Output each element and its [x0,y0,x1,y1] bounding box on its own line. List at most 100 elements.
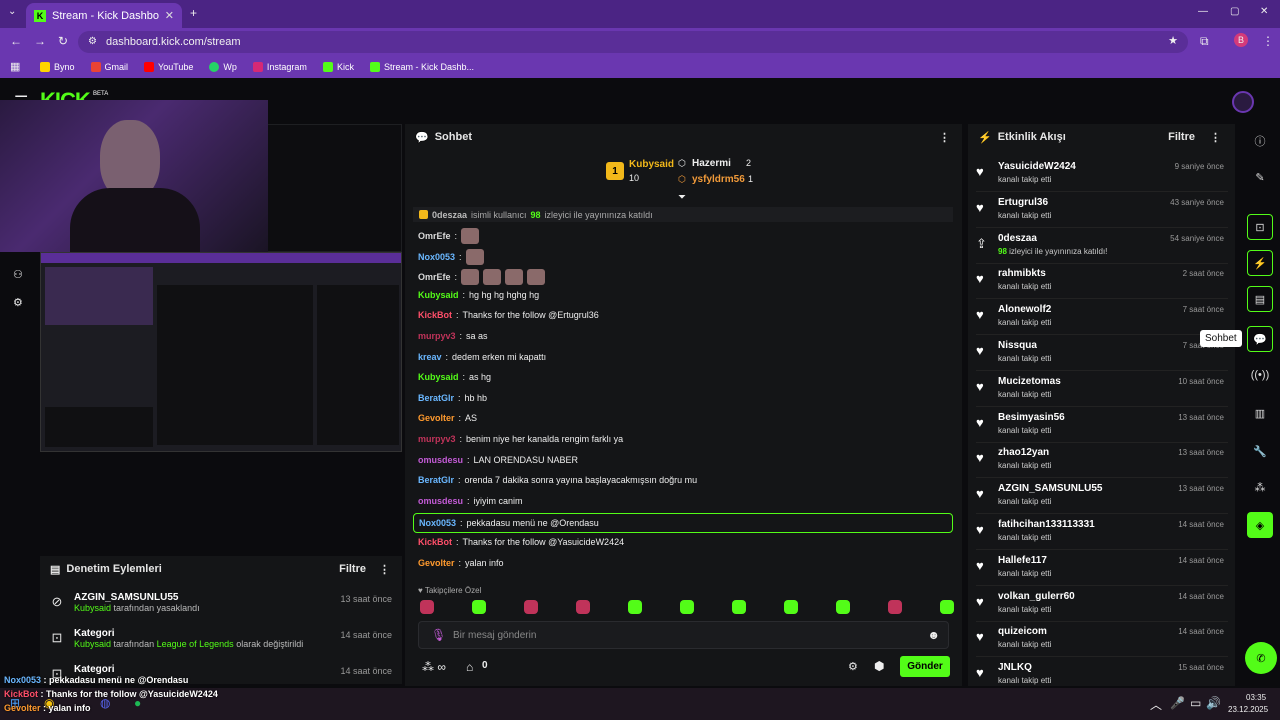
forward-icon[interactable]: → [34,34,46,48]
bookmark-youtube[interactable]: YouTube [144,62,193,72]
collapse-leaderboard-icon[interactable]: ⏷ [678,192,686,203]
activity-item[interactable]: ⇪ 0deszaa 98 izleyici ile yayınınıza katıl… [976,230,1228,264]
tray-chevron-icon[interactable]: ︿ [1150,696,1162,713]
activity-menu-icon[interactable]: ⋮ [1210,131,1221,144]
chat-username[interactable]: Gevolter [418,413,455,423]
chat-username[interactable]: Kubysaid [418,290,459,300]
reload-icon[interactable]: ↻ [58,34,68,48]
leader-name[interactable]: ysfyldrm56 [692,174,745,185]
chat-username[interactable]: murpyv3 [418,434,456,444]
activity-item[interactable]: ♥ Ertugrul36 kanalı takip etti 43 saniye ön… [976,194,1228,228]
activity-item[interactable]: ♥ rahmibkts kanalı takip etti 2 saat önce [976,265,1228,300]
chat-username[interactable]: Nox0053 [419,518,456,528]
emote-button[interactable] [524,600,538,614]
activity-item[interactable]: ♥ zhao12yan kanalı takip etti 13 saat önce [976,444,1228,479]
chat-username[interactable]: Nox0053 [418,252,455,262]
bookmark-kick[interactable]: Kick [322,62,354,72]
close-window-icon[interactable]: ✕ [1260,6,1268,17]
chat-username[interactable]: BeratGlr [418,475,454,485]
microphone-icon[interactable]: 🎙 [431,628,446,642]
emote-button[interactable] [732,600,746,614]
extensions-icon[interactable]: ⧉ [1200,34,1209,49]
activity-item[interactable]: ♥ Besimyasin56 kanalı takip etti 13 saat ön… [976,409,1228,443]
menu-kebab-icon[interactable]: ⋮ [1262,34,1274,48]
site-info-icon[interactable]: ⚙ [88,36,97,47]
activity-item[interactable]: ♥ AZGIN_SAMSUNLU55 kanalı takip etti 13 saa… [976,480,1228,515]
emote-button[interactable] [888,600,902,614]
chat-toggle-icon[interactable]: 💬 [1247,326,1273,352]
minimize-icon[interactable]: — [1198,6,1208,17]
settings-gear-icon[interactable]: ⚙ [13,296,23,309]
emote-button[interactable] [472,600,486,614]
broadcast-icon[interactable]: ((•)) [1247,362,1273,388]
activity-toggle-icon[interactable]: ⚡ [1247,250,1273,276]
send-button[interactable]: Gönder [900,656,950,677]
activity-item[interactable]: ♥ Alonewolf2 kanalı takip etti 7 saat önce [976,301,1228,336]
moderation-filter-button[interactable]: Filtre [339,563,366,575]
moderation-menu-icon[interactable]: ⋮ [379,563,390,576]
emote-button[interactable] [420,600,434,614]
activity-filter-button[interactable]: Filtre [1168,131,1195,143]
emote-button[interactable] [940,600,954,614]
stream-preview-video[interactable] [40,252,402,452]
chat-username[interactable]: murpyv3 [418,331,456,341]
chat-username[interactable]: OmrEfe [418,231,451,241]
kick-rail-icon[interactable]: ◈ [1247,512,1273,538]
chat-username[interactable]: KickBot [418,310,452,320]
points-icon[interactable]: ⁂ ∞ [422,660,446,674]
back-icon[interactable]: ← [10,34,22,48]
bookmark-star-icon[interactable]: ★ [1168,34,1178,47]
bookmark-stream[interactable]: Stream - Kick Dashb... [369,62,474,72]
help-chat-icon[interactable]: ✆ [1245,642,1277,674]
close-tab-icon[interactable]: ✕ [165,9,174,22]
info-icon[interactable]: ⓘ [1247,128,1273,154]
chat-menu-icon[interactable]: ⋮ [939,131,950,144]
screen-icon[interactable]: ⊡ [1247,214,1273,240]
emoji-icon[interactable]: ☻ [927,628,940,642]
bookmark-byno[interactable]: Byno [40,62,75,72]
stack-icon[interactable]: ▥ [1247,400,1273,426]
activity-item[interactable]: ♥ Hallefe117 kanalı takip etti 14 saat önce [976,552,1228,586]
chat-input[interactable]: 🎙 Bir mesaj gönderin ☻ [418,621,949,649]
chat-username[interactable]: Gevolter [418,558,455,568]
apps-grid-icon[interactable]: ▦ [10,60,20,73]
moderation-toggle-icon[interactable]: ▤ [1247,286,1273,312]
chat-username[interactable]: omusdesu [418,455,463,465]
tab-stream[interactable]: K Stream - Kick Dashboard ✕ [26,3,182,28]
activity-item[interactable]: ♥ quizeicom kanalı takip etti 14 saat önce [976,623,1228,658]
chat-username[interactable]: omusdesu [418,496,463,506]
activity-item[interactable]: ♥Nissquakanalı takip etti7 saat önce [976,337,1228,371]
users-icon[interactable]: ⚇ [13,268,23,281]
volume-tray-icon[interactable]: 🔊 [1206,696,1221,710]
points-rail-icon[interactable]: ⁂ [1247,474,1273,500]
bookmark-instagram[interactable]: Instagram [252,62,307,72]
chat-username[interactable]: BeratGlr [418,393,454,403]
user-avatar[interactable] [1232,91,1254,113]
address-bar[interactable]: ⚙ dashboard.kick.com/stream ★ [78,31,1188,53]
display-tray-icon[interactable]: ▭ [1190,696,1201,710]
chat-username[interactable]: Kubysaid [418,372,459,382]
emote-button[interactable] [836,600,850,614]
tab-search-icon[interactable]: ⌄ [8,6,16,17]
emote-button[interactable] [680,600,694,614]
emote-button[interactable] [784,600,798,614]
activity-item[interactable]: ♥ volkan_gulerr60 kanalı takip etti 14 saat… [976,588,1228,622]
bookmark-wp[interactable]: Wp [209,62,237,72]
leader-name[interactable]: Kubysaid [629,159,674,170]
mic-tray-icon[interactable]: 🎤 [1170,696,1185,710]
emote-button[interactable] [628,600,642,614]
bookmark-gmail[interactable]: Gmail [90,62,128,72]
new-tab-icon[interactable]: + [190,6,197,20]
activity-item[interactable]: ♥ Mucizetomas kanalı takip etti 10 saat önc… [976,373,1228,407]
leader-name[interactable]: Hazermi [692,158,731,169]
wrench-icon[interactable]: 🔧 [1247,438,1273,464]
chat-username[interactable]: kreav [418,352,442,362]
edit-icon[interactable]: ✎ [1247,164,1273,190]
chat-username[interactable]: OmrEfe [418,272,451,282]
profile-avatar[interactable]: B [1234,33,1248,47]
chat-username[interactable]: KickBot [418,537,452,547]
store-icon[interactable]: ⌂ [466,660,473,674]
activity-item[interactable]: ♥ YasuicideW2424 kanalı takip etti 9 saniye… [976,158,1228,192]
maximize-icon[interactable]: ▢ [1230,6,1239,17]
chat-extras-icon[interactable]: ⬢ [874,659,884,673]
